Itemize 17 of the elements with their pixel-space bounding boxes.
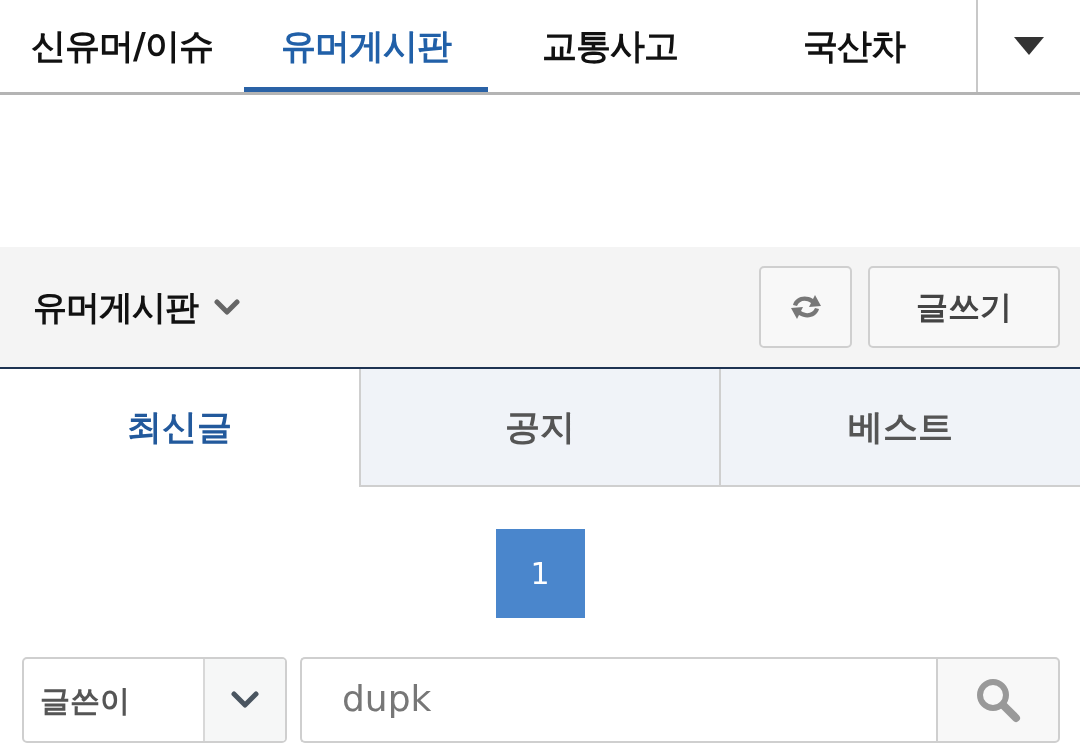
chevron-down-icon — [231, 691, 259, 709]
refresh-button[interactable] — [759, 266, 852, 348]
search-icon — [975, 677, 1021, 723]
search-button[interactable] — [936, 657, 1060, 743]
page-number[interactable]: 1 — [495, 529, 585, 618]
list-tab[interactable]: 공지 — [358, 369, 720, 487]
search-type-select[interactable]: 글쓴이 — [22, 657, 287, 743]
nav-tab[interactable]: 신유머/이슈 — [0, 0, 244, 92]
list-tab[interactable]: 베스트 — [719, 369, 1080, 487]
nav-tab[interactable]: 국산차 — [732, 0, 976, 92]
triangle-down-icon — [1014, 37, 1044, 55]
nav-tab[interactable]: 유머게시판 — [244, 0, 488, 92]
write-button[interactable]: 글쓰기 — [868, 266, 1060, 348]
board-title[interactable]: 유머게시판 — [33, 281, 198, 333]
nav-tab[interactable]: 교통사고 — [488, 0, 732, 92]
chevron-down-icon[interactable] — [214, 298, 240, 316]
search-field[interactable]: dupk — [300, 657, 936, 743]
